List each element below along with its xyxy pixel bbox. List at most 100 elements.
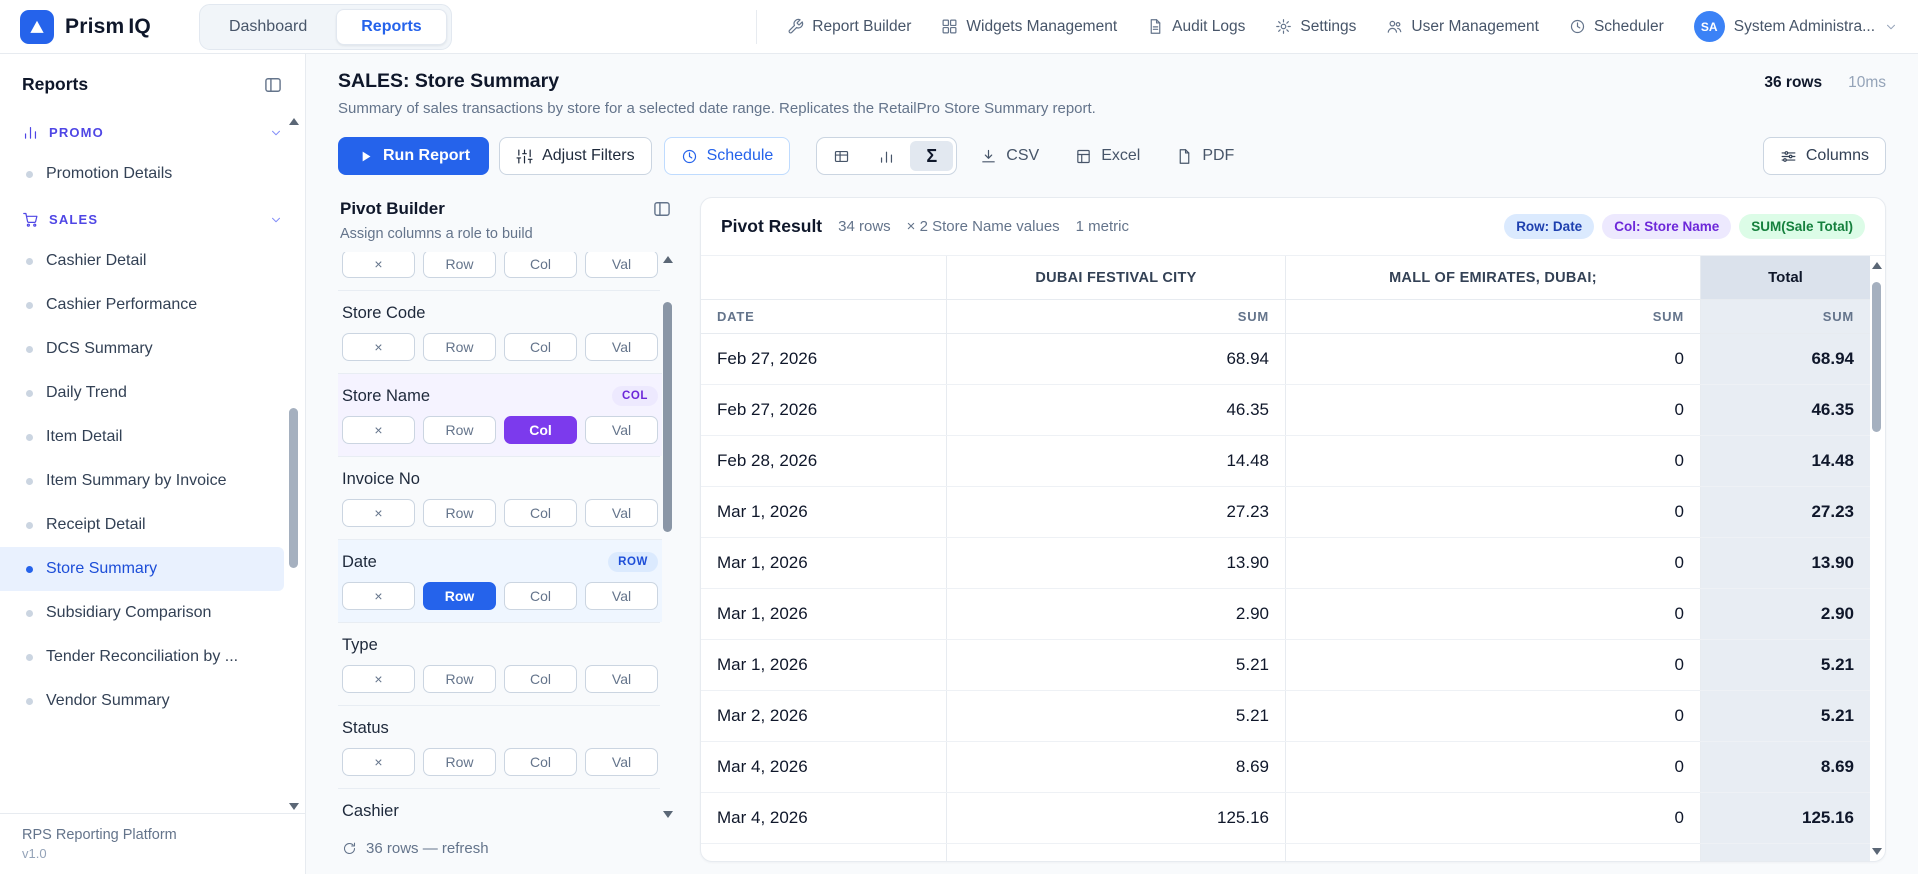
val-role-button[interactable]: Val	[585, 333, 658, 361]
row-role-button[interactable]: Row	[423, 582, 496, 610]
scroll-up-icon[interactable]	[1872, 262, 1882, 269]
export-pdf-button[interactable]: PDF	[1163, 137, 1247, 175]
columns-button[interactable]: Columns	[1762, 137, 1886, 175]
sidebar-item-promotion-details[interactable]: Promotion Details	[0, 152, 284, 196]
scroll-up-icon[interactable]	[663, 256, 673, 263]
val-role-button[interactable]: Val	[585, 252, 658, 278]
remove-field-button[interactable]: ×	[342, 499, 415, 527]
scroll-up-icon[interactable]	[289, 118, 299, 125]
sidebar-item-vendor-summary[interactable]: Vendor Summary	[0, 679, 284, 723]
col-role-button[interactable]: Col	[504, 499, 577, 527]
col-role-button[interactable]: Col	[504, 582, 577, 610]
tab-reports[interactable]: Reports	[336, 8, 447, 45]
adjust-filters-button[interactable]: Adjust Filters	[499, 137, 652, 175]
total-cell: 27.23	[1699, 486, 1870, 538]
item-label: Tender Reconciliation by ...	[46, 648, 239, 665]
col-role-button[interactable]: Col	[504, 416, 577, 444]
value-cell: 0	[1284, 384, 1701, 436]
sidebar-item-cashier-detail[interactable]: Cashier Detail	[0, 239, 284, 283]
run-report-button[interactable]: Run Report	[338, 137, 490, 175]
total-cell: 14.48	[1699, 435, 1870, 487]
remove-field-button[interactable]: ×	[342, 748, 415, 776]
val-role-button[interactable]: Val	[585, 582, 658, 610]
sidebar-item-daily-trend[interactable]: Daily Trend	[0, 371, 284, 415]
pivot-result-panel: Pivot Result 34 rows × 2 Store Name valu…	[700, 197, 1886, 862]
nav-scheduler[interactable]: Scheduler	[1569, 18, 1664, 36]
chevron-down-icon	[272, 217, 280, 222]
scroll-down-icon[interactable]	[289, 803, 299, 810]
remove-field-button[interactable]: ×	[342, 582, 415, 610]
cart-icon	[23, 212, 38, 227]
item-label: Receipt Detail	[46, 516, 146, 533]
sidebar-item-item-summary-by-invoice[interactable]: Item Summary by Invoice	[0, 459, 284, 503]
sigma-view-button[interactable]: Σ	[910, 141, 954, 171]
col-role-button[interactable]: Col	[504, 252, 577, 278]
sidebar-item-store-summary[interactable]: Store Summary	[0, 547, 284, 591]
sidebar-item-dcs-summary[interactable]: DCS Summary	[0, 327, 284, 371]
chevron-down-icon	[272, 130, 280, 135]
result-scrollbar[interactable]	[1870, 256, 1885, 861]
value-cell: 68.94	[945, 333, 1286, 385]
nav-settings[interactable]: Settings	[1275, 18, 1356, 36]
scrollbar-thumb[interactable]	[663, 302, 672, 532]
remove-field-button[interactable]: ×	[342, 665, 415, 693]
col-role-button[interactable]: Col	[504, 665, 577, 693]
row-role-button[interactable]: Row	[423, 499, 496, 527]
export-csv-button[interactable]: CSV	[967, 137, 1052, 175]
remove-field-button[interactable]: ×	[342, 252, 415, 278]
value-cell: 27.23	[945, 486, 1286, 538]
sidebar-scrollbar[interactable]	[287, 118, 302, 810]
val-role-button[interactable]: Val	[585, 748, 658, 776]
sidebar-group-promo[interactable]: PROMO	[0, 113, 305, 152]
remove-field-button[interactable]: ×	[342, 333, 415, 361]
sub-header-row: DATE SUM SUM SUM	[701, 299, 1870, 334]
scrollbar-thumb[interactable]	[1872, 282, 1881, 432]
spreadsheet-icon	[1077, 149, 1090, 163]
table-row: Feb 28, 2026 14.48 0 14.48	[701, 435, 1870, 487]
builder-refresh[interactable]: 36 rows — refresh	[338, 822, 676, 862]
row-role-button[interactable]: Row	[423, 416, 496, 444]
export-excel-button[interactable]: Excel	[1062, 137, 1153, 175]
row-role-button[interactable]: Row	[423, 748, 496, 776]
val-role-button[interactable]: Val	[585, 416, 658, 444]
sidebar-item-receipt-detail[interactable]: Receipt Detail	[0, 503, 284, 547]
date-cell: Mar 4, 2026	[701, 741, 947, 793]
col-role-button[interactable]: Col	[504, 748, 577, 776]
scroll-down-icon[interactable]	[663, 811, 673, 818]
builder-scrollbar[interactable]	[661, 252, 676, 822]
sidebar-item-tender-reconciliation[interactable]: Tender Reconciliation by ...	[0, 635, 284, 679]
group-label: PROMO	[49, 125, 104, 140]
row-role-button[interactable]: Row	[423, 333, 496, 361]
nav-report-builder[interactable]: Report Builder	[787, 18, 911, 36]
row-role-button[interactable]: Row	[423, 252, 496, 278]
scroll-down-icon[interactable]	[1872, 848, 1882, 855]
brand-suffix: IQ	[128, 14, 151, 38]
sidebar-item-subsidiary-comparison[interactable]: Subsidiary Comparison	[0, 591, 284, 635]
corner-cell	[701, 256, 947, 300]
nav-widgets-management[interactable]: Widgets Management	[941, 18, 1117, 36]
total-cell: 13.90	[1699, 537, 1870, 589]
scrollbar-thumb[interactable]	[289, 408, 298, 568]
collapse-panel-icon[interactable]	[652, 199, 672, 219]
col-role-button[interactable]: Col	[504, 333, 577, 361]
sidebar-item-item-detail[interactable]: Item Detail	[0, 415, 284, 459]
file-text-icon	[1150, 19, 1161, 34]
sidebar-group-sales[interactable]: SALES	[0, 200, 305, 239]
val-role-button[interactable]: Val	[585, 499, 658, 527]
remove-field-button[interactable]: ×	[342, 416, 415, 444]
nav-user-management[interactable]: User Management	[1386, 18, 1539, 36]
table-view-button[interactable]	[820, 141, 863, 171]
user-menu[interactable]: SA System Administra...	[1693, 11, 1898, 42]
nav-audit-logs[interactable]: Audit Logs	[1147, 18, 1245, 36]
val-role-button[interactable]: Val	[585, 665, 658, 693]
collapse-sidebar-icon[interactable]	[263, 75, 283, 95]
sidebar-item-cashier-performance[interactable]: Cashier Performance	[0, 283, 284, 327]
row-role-button[interactable]: Row	[423, 665, 496, 693]
tab-dashboard[interactable]: Dashboard	[204, 9, 332, 45]
chart-view-button[interactable]	[865, 141, 908, 171]
main-tabs: Dashboard Reports	[198, 3, 452, 50]
nav-label: Widgets Management	[966, 17, 1118, 35]
total-cell: 2.90	[1699, 588, 1870, 640]
item-label: Vendor Summary	[46, 692, 170, 709]
schedule-button[interactable]: Schedule	[663, 137, 791, 175]
